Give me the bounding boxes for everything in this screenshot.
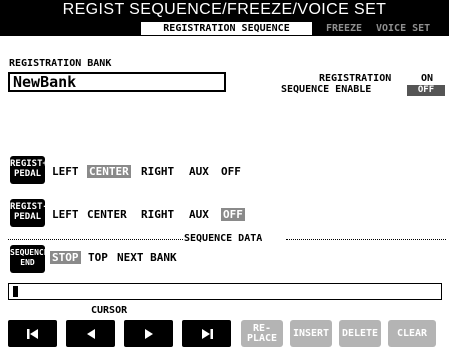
sequence-field[interactable] bbox=[8, 283, 442, 300]
registration-bank-value: NewBank bbox=[13, 73, 77, 91]
pedal-plus-option-right[interactable]: RIGHT bbox=[141, 165, 174, 178]
skip-to-start-icon bbox=[26, 328, 38, 339]
sequence-data-divider-right bbox=[286, 239, 446, 240]
pedal-minus-option-aux[interactable]: AUX bbox=[189, 208, 209, 221]
pedal-minus-option-center[interactable]: CENTER bbox=[87, 208, 127, 221]
enable-off-option[interactable]: OFF bbox=[407, 85, 445, 96]
pedal-plus-option-aux[interactable]: AUX bbox=[189, 165, 209, 178]
cursor-label: CURSOR bbox=[91, 305, 128, 316]
cursor-left-button[interactable] bbox=[66, 320, 115, 347]
tab-registration-sequence[interactable]: REGISTRATION SEQUENCE bbox=[141, 22, 312, 35]
sequence-enable-label-line1: REGISTRATION bbox=[319, 73, 392, 84]
tab-freeze[interactable]: FREEZE bbox=[314, 22, 374, 35]
sequence-end-option-top[interactable]: TOP bbox=[88, 251, 108, 264]
replace-line1: RE- bbox=[252, 322, 272, 334]
pedal-plus-option-off[interactable]: OFF bbox=[221, 165, 241, 178]
cursor-right-button[interactable] bbox=[124, 320, 173, 347]
pedal-minus-option-left[interactable]: LEFT bbox=[52, 208, 79, 221]
sequence-end-option-next-bank[interactable]: NEXT BANK bbox=[117, 251, 177, 264]
sequence-data-label: SEQUENCE DATA bbox=[184, 233, 263, 244]
text-cursor bbox=[13, 286, 18, 297]
sequence-enable-label-line2: SEQUENCE ENABLE bbox=[281, 84, 372, 95]
insert-button[interactable]: INSERT bbox=[290, 320, 332, 347]
right-arrow-icon bbox=[144, 328, 153, 339]
pedal-plus-option-left[interactable]: LEFT bbox=[52, 165, 79, 178]
regist-minus-line1: REGIST- bbox=[10, 202, 48, 212]
sequence-end-option-stop[interactable]: STOP bbox=[50, 251, 81, 264]
page-title: REGIST SEQUENCE/FREEZE/VOICE SET bbox=[62, 1, 387, 18]
left-arrow-icon bbox=[86, 328, 95, 339]
registration-bank-label: REGISTRATION BANK bbox=[9, 58, 112, 69]
cursor-first-button[interactable] bbox=[8, 320, 57, 347]
regist-plus-pedal-button[interactable]: REGIST+ PEDAL bbox=[10, 156, 48, 184]
regist-minus-pedal-button[interactable]: REGIST- PEDAL bbox=[10, 199, 48, 227]
tab-voice-set[interactable]: VOICE SET bbox=[376, 22, 449, 35]
sequence-end-line2: END bbox=[20, 258, 35, 267]
replace-button[interactable]: RE- PLACE bbox=[241, 320, 283, 347]
delete-button[interactable]: DELETE bbox=[339, 320, 381, 347]
regist-minus-line2: PEDAL bbox=[13, 212, 42, 222]
sequence-data-divider-left bbox=[8, 239, 183, 240]
pedal-plus-option-center[interactable]: CENTER bbox=[87, 165, 131, 178]
clear-button[interactable]: CLEAR bbox=[388, 320, 436, 347]
pedal-minus-option-off[interactable]: OFF bbox=[221, 208, 245, 221]
enable-on-option[interactable]: ON bbox=[421, 73, 433, 84]
sequence-end-line1: SEQUENCE bbox=[10, 248, 49, 257]
regist-plus-line1: REGIST+ bbox=[10, 159, 48, 169]
replace-line2: PLACE bbox=[246, 332, 278, 344]
skip-to-end-icon bbox=[201, 328, 213, 339]
pedal-minus-option-right[interactable]: RIGHT bbox=[141, 208, 174, 221]
cursor-last-button[interactable] bbox=[182, 320, 231, 347]
regist-plus-line2: PEDAL bbox=[13, 169, 42, 179]
sequence-end-button[interactable]: SEQUENCE END bbox=[10, 245, 49, 273]
